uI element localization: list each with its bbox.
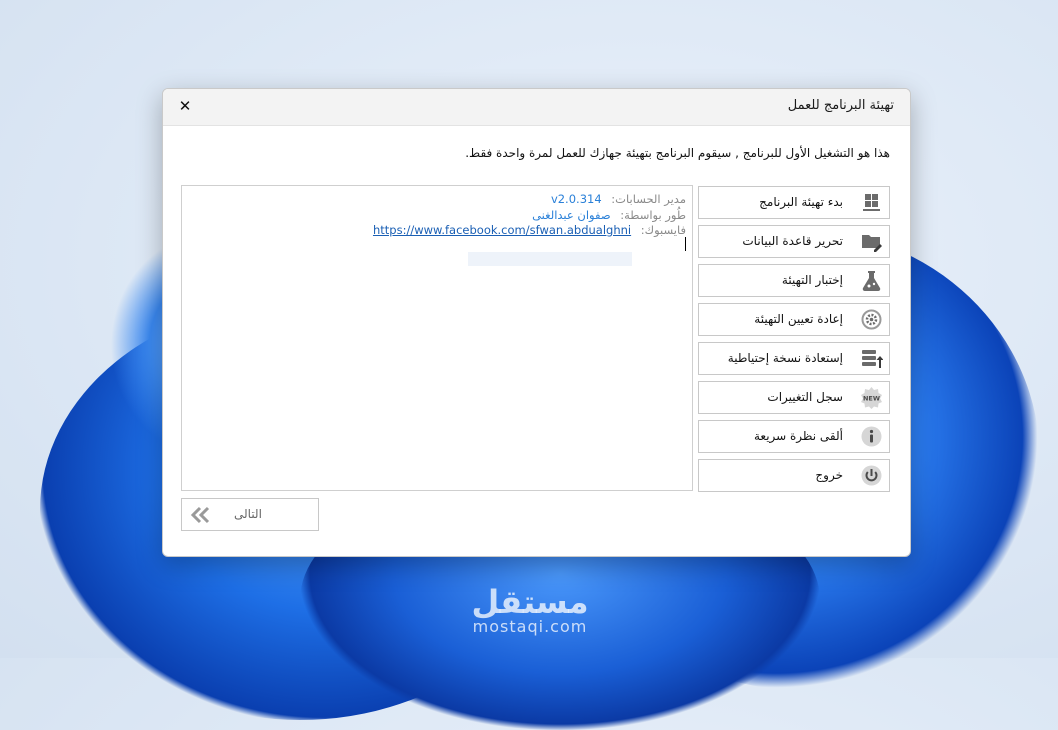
version-value: v2.0.314 <box>550 192 602 206</box>
new-badge-icon: NEW <box>860 386 883 409</box>
double-chevron-left-icon <box>188 505 212 525</box>
facebook-link[interactable]: https://www.facebook.com/sfwan.abdualghn… <box>373 223 631 237</box>
watermark-latin: mostaqi.com <box>472 617 588 636</box>
changelog-label: سجل التغييرات <box>767 390 843 404</box>
info-icon <box>860 425 883 448</box>
test-setup-button[interactable]: إختبار التهيئة <box>698 264 890 297</box>
folder-edit-icon <box>860 230 883 253</box>
developer-value: صفوان عبدالغنى <box>532 208 611 222</box>
changelog-button[interactable]: NEW سجل التغييرات <box>698 381 890 414</box>
watermark-arabic: مستقل <box>471 583 589 621</box>
product-label: مدير الحسابات: <box>611 192 686 206</box>
quick-view-label: ألقى نظرة سريعة <box>753 429 843 443</box>
developer-row: طُور بواسطة: صفوان عبدالغنى <box>532 208 686 222</box>
start-setup-label: بدء تهيئة البرنامج <box>759 195 843 209</box>
edit-database-label: تحرير قاعدة البيانات <box>742 234 843 248</box>
text-caret <box>685 237 686 251</box>
developer-label: طُور بواسطة: <box>620 208 686 222</box>
setup-dialog: تهيئة البرنامج للعمل ✕ هذا هو التشغيل ال… <box>162 88 911 557</box>
info-panel[interactable]: مدير الحسابات: v2.0.314 طُور بواسطة: صفو… <box>181 185 693 491</box>
close-icon[interactable]: ✕ <box>177 98 193 114</box>
reset-setup-button[interactable]: إعادة تعيين التهيئة <box>698 303 890 336</box>
next-button[interactable]: التالى <box>181 498 319 531</box>
facebook-row: فايسبوك: https://www.facebook.com/sfwan.… <box>373 223 686 237</box>
next-label: التالى <box>234 507 262 521</box>
flask-icon <box>860 269 883 292</box>
svg-text:NEW: NEW <box>863 395 880 403</box>
dialog-titlebar: تهيئة البرنامج للعمل ✕ <box>163 89 910 126</box>
gear-refresh-icon <box>860 308 883 331</box>
quick-view-button[interactable]: ألقى نظرة سريعة <box>698 420 890 453</box>
version-row: مدير الحسابات: v2.0.314 <box>551 192 686 206</box>
facebook-label: فايسبوك: <box>640 223 686 237</box>
restore-backup-label: إستعادة نسخة إحتياطية <box>727 351 843 365</box>
faded-watermark-strip <box>468 252 632 266</box>
exit-button[interactable]: خروج <box>698 459 890 492</box>
windows-icon <box>860 191 883 214</box>
restore-backup-button[interactable]: إستعادة نسخة إحتياطية <box>698 342 890 375</box>
dialog-title: تهيئة البرنامج للعمل <box>787 98 894 113</box>
reset-setup-label: إعادة تعيين التهيئة <box>754 312 843 326</box>
watermark: مستقل mostaqi.com <box>455 585 605 635</box>
start-setup-button[interactable]: بدء تهيئة البرنامج <box>698 186 890 219</box>
intro-text: هذا هو التشغيل الأول للبرنامج , سيقوم ال… <box>465 146 890 160</box>
edit-database-button[interactable]: تحرير قاعدة البيانات <box>698 225 890 258</box>
exit-label: خروج <box>815 468 843 482</box>
power-icon <box>860 464 883 487</box>
database-restore-icon <box>860 347 884 370</box>
test-setup-label: إختبار التهيئة <box>781 273 843 287</box>
